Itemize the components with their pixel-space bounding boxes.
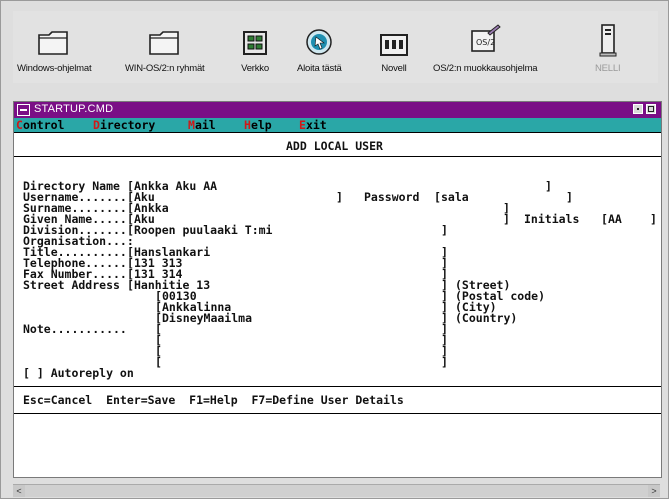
menu-exit[interactable]: Exit	[299, 118, 327, 132]
terminal-area: ADD LOCAL USER Directory Name [ Ankka Ak…	[14, 132, 661, 477]
menu-label: xit	[305, 118, 327, 132]
footer-keys: Esc=Cancel Enter=Save F1=Help F7=Define …	[23, 393, 404, 407]
bracket-close: ]	[441, 355, 448, 369]
desktop-icon-verkko[interactable]: Verkko	[241, 17, 269, 74]
menu-label: ontrol	[22, 118, 65, 132]
desktop-icon-label: Windows-ohjelmat	[17, 63, 92, 74]
desktop-icon-novell[interactable]: Novell	[379, 17, 409, 74]
separator-line	[14, 156, 661, 157]
bracket-close: ]	[503, 212, 510, 226]
window-titlebar[interactable]: STARTUP.CMD	[14, 102, 661, 118]
bracket-close: ]	[545, 179, 552, 193]
separator-line	[14, 386, 661, 387]
menu-directory[interactable]: Directory	[93, 118, 155, 132]
desktop-icon-win-os2-groups[interactable]: WIN-OS/2:n ryhmät	[125, 17, 205, 74]
menu-label: ail	[194, 118, 216, 132]
desktop-icon-bar: Windows-ohjelmat WIN-OS/2:n ryhmät Verkk…	[13, 11, 658, 83]
folder-icon	[37, 17, 71, 57]
desktop-icon-windows-ohjelmat[interactable]: Windows-ohjelmat	[17, 17, 92, 74]
password-field[interactable]: sala	[441, 191, 469, 203]
country-hint: (Country)	[455, 311, 518, 325]
menu-bar: Control Directory Mail Help Exit	[14, 118, 661, 132]
form-title: ADD LOCAL USER	[286, 139, 383, 153]
initials-label: Initials	[524, 212, 580, 226]
bracket-close: ]	[566, 190, 573, 204]
menu-control[interactable]: Control	[16, 118, 64, 132]
desktop-icon-aloita-tasta[interactable]: Aloita tästä	[297, 17, 342, 74]
network-icon	[241, 17, 269, 57]
autoreply-checkbox[interactable]: [ ] Autoreply on	[23, 367, 134, 379]
folder-icon	[148, 17, 182, 57]
window-title: STARTUP.CMD	[34, 103, 114, 115]
menu-hotkey: M	[188, 118, 195, 132]
desktop-icon-nelli[interactable]: NELLI	[595, 17, 621, 74]
bracket-close: ]	[336, 190, 343, 204]
menu-help[interactable]: Help	[244, 118, 272, 132]
desktop-icon-os2-editor[interactable]: OS/2 OS/2:n muokkausohjelma	[433, 17, 538, 74]
menu-mail[interactable]: Mail	[188, 118, 216, 132]
menu-hotkey: D	[93, 118, 100, 132]
system-menu-icon[interactable]	[17, 104, 30, 116]
menu-hotkey: H	[244, 118, 251, 132]
editor-icon: OS/2	[468, 17, 502, 57]
note-label: Note...........	[23, 322, 127, 336]
screenshot-frame: Windows-ohjelmat WIN-OS/2:n ryhmät Verkk…	[0, 0, 669, 499]
country-field[interactable]: DisneyMaailma	[162, 312, 252, 324]
password-label: Password	[364, 190, 420, 204]
horizontal-scrollbar[interactable]: < >	[13, 484, 660, 497]
menu-hotkey: E	[299, 118, 306, 132]
desktop-icon-label: OS/2:n muokkausohjelma	[433, 63, 538, 74]
separator-line	[14, 132, 661, 133]
scroll-right-arrow-icon[interactable]: >	[648, 485, 660, 497]
desktop-icon-label: Verkko	[241, 63, 269, 74]
desktop-icon-label: Novell	[381, 63, 407, 74]
note-line-4[interactable]: [	[155, 356, 162, 368]
desktop-icon-label: NELLI	[595, 63, 621, 74]
bracket-open: [	[601, 212, 608, 226]
bracket-open: [	[434, 190, 441, 204]
bracket-close: ]	[441, 223, 448, 237]
initials-field[interactable]: AA	[608, 213, 622, 225]
minimize-button[interactable]	[633, 104, 643, 114]
start-here-icon	[304, 17, 334, 57]
desktop-icon-label: Aloita tästä	[297, 63, 342, 74]
menu-label: irectory	[99, 118, 156, 132]
novell-icon	[379, 17, 409, 57]
menu-hotkey: C	[16, 118, 23, 132]
menu-label: elp	[250, 118, 272, 132]
desktop-icon-label: WIN-OS/2:n ryhmät	[125, 63, 205, 74]
maximize-button[interactable]	[646, 104, 656, 114]
separator-line	[14, 413, 661, 414]
bracket-open: [	[127, 278, 134, 292]
scroll-left-arrow-icon[interactable]: <	[13, 485, 25, 497]
svg-text:OS/2: OS/2	[476, 38, 495, 47]
startup-cmd-window: STARTUP.CMD Control Directory Mail Help …	[13, 101, 662, 478]
bracket-close: ]	[650, 212, 657, 226]
division-field[interactable]: Roopen puulaaki T:mi	[134, 224, 272, 236]
street-address-label: Street Address	[23, 278, 120, 292]
tower-computer-icon	[598, 17, 618, 57]
